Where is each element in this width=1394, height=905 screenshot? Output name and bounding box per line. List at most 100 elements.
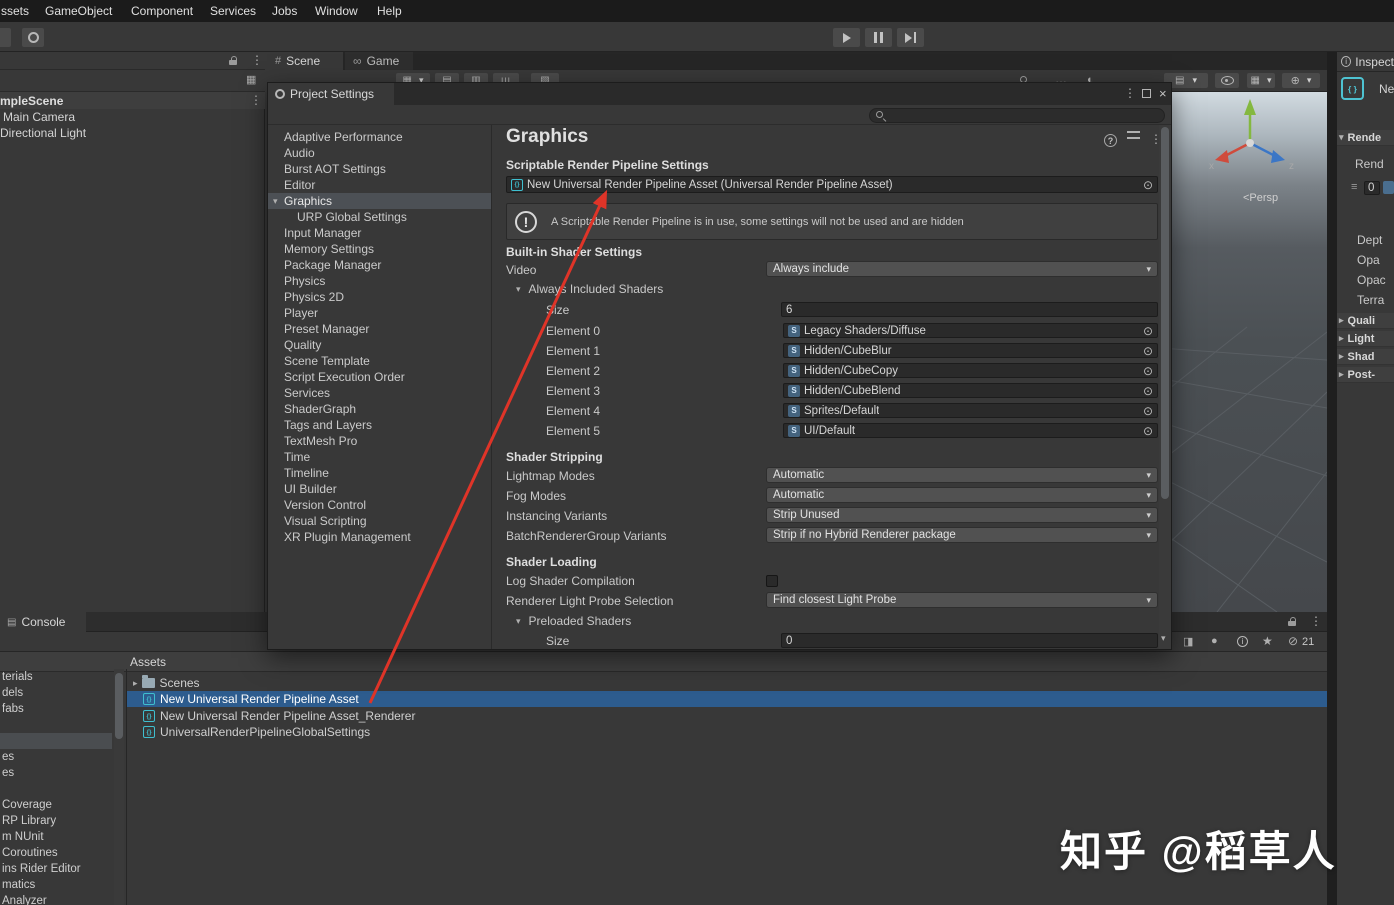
menu-component[interactable]: Component xyxy=(131,4,193,18)
hidden-count-icon[interactable]: ⊘ xyxy=(1288,634,1298,648)
orientation-gizmo[interactable]: x z xyxy=(1205,95,1300,200)
tree-item[interactable]: terials xyxy=(0,669,112,685)
fog-modes-dropdown[interactable]: Automatic ▾ xyxy=(766,487,1158,503)
nav-burst-aot[interactable]: Burst AOT Settings xyxy=(268,161,491,177)
scene-visibility-button[interactable] xyxy=(1214,72,1240,89)
object-picker-icon[interactable]: ⊙ xyxy=(1143,405,1153,417)
menu-help[interactable]: Help xyxy=(377,4,402,18)
tree-item[interactable]: es xyxy=(0,765,112,781)
nav-quality[interactable]: Quality xyxy=(268,337,491,353)
light-probe-selection-dropdown[interactable]: Find closest Light Probe ▾ xyxy=(766,592,1158,608)
settings-search-input[interactable] xyxy=(869,108,1165,123)
nav-xr-plugin-management[interactable]: XR Plugin Management xyxy=(268,529,491,545)
menu-assets[interactable]: ssets xyxy=(1,4,29,18)
menu-window[interactable]: Window xyxy=(315,4,358,18)
tab-game[interactable]: ∞ Game xyxy=(345,52,413,70)
nav-memory-settings[interactable]: Memory Settings xyxy=(268,241,491,257)
step-button[interactable] xyxy=(896,27,925,48)
tree-item[interactable]: matics xyxy=(0,877,112,893)
nav-preset-manager[interactable]: Preset Manager xyxy=(268,321,491,337)
play-button[interactable] xyxy=(832,27,861,48)
camera-dropdown[interactable]: ▦ ▾ xyxy=(1246,72,1276,89)
kebab-menu-icon[interactable]: ⋮ xyxy=(1310,615,1322,627)
tree-item-selected[interactable] xyxy=(0,733,112,749)
asset-row-urp-global-settings[interactable]: UniversalRenderPipelineGlobalSettings xyxy=(127,724,1327,740)
object-picker-icon[interactable]: ⊙ xyxy=(1143,365,1153,377)
renderer-index-field[interactable]: 0 xyxy=(1364,181,1380,195)
preloaded-shaders-foldout[interactable]: ▾ Preloaded Shaders xyxy=(516,614,631,628)
element-3-field[interactable]: Hidden/CubeBlend⊙ xyxy=(783,383,1158,398)
menu-jobs[interactable]: Jobs xyxy=(272,4,297,18)
srp-object-field[interactable]: New Universal Render Pipeline Asset (Uni… xyxy=(506,176,1158,193)
tree-item[interactable]: RP Library xyxy=(0,813,112,829)
kebab-menu-icon[interactable]: ⋮ xyxy=(1150,133,1158,145)
nav-time[interactable]: Time xyxy=(268,449,491,465)
size-field[interactable]: 6 xyxy=(781,302,1158,317)
tree-item[interactable]: m NUnit xyxy=(0,829,112,845)
nav-input-manager[interactable]: Input Manager xyxy=(268,225,491,241)
tab-project-settings[interactable]: Project Settings xyxy=(268,83,394,105)
help-icon[interactable] xyxy=(1104,134,1117,147)
log-shader-compilation-checkbox[interactable] xyxy=(766,575,778,587)
object-picker-icon[interactable]: ⊙ xyxy=(1143,425,1153,437)
tree-item[interactable]: fabs xyxy=(0,701,112,717)
nav-visual-scripting[interactable]: Visual Scripting xyxy=(268,513,491,529)
inspector-section-quality[interactable]: ▸ Quali xyxy=(1337,313,1394,329)
batchrenderergroup-dropdown[interactable]: Strip if no Hybrid Renderer package ▾ xyxy=(766,527,1158,543)
nav-urp-global-settings[interactable]: URP Global Settings xyxy=(268,209,491,225)
inspector-section-rendering[interactable]: ▾ Rende xyxy=(1337,130,1394,146)
menu-gameobject[interactable]: GameObject xyxy=(45,4,112,18)
tree-item[interactable]: Coroutines xyxy=(0,845,112,861)
nav-package-manager[interactable]: Package Manager xyxy=(268,257,491,273)
tree-item[interactable]: ins Rider Editor xyxy=(0,861,112,877)
tree-item[interactable] xyxy=(0,781,112,797)
inspector-section-shadows[interactable]: ▸ Shad xyxy=(1337,349,1394,365)
object-picker-icon[interactable]: ⊙ xyxy=(1143,179,1153,191)
asset-row-urp-asset-selected[interactable]: New Universal Render Pipeline Asset xyxy=(127,691,1327,707)
tab-inspector[interactable]: Inspect xyxy=(1337,52,1394,72)
kebab-menu-icon[interactable]: ⋮ xyxy=(251,54,263,66)
maximize-icon[interactable] xyxy=(1142,89,1151,98)
instancing-variants-dropdown[interactable]: Strip Unused ▾ xyxy=(766,507,1158,523)
element-2-field[interactable]: Hidden/CubeCopy⊙ xyxy=(783,363,1158,378)
tree-scrollbar[interactable] xyxy=(114,669,124,905)
tab-scene[interactable]: # Scene xyxy=(267,52,343,70)
tag-icon[interactable]: ● xyxy=(1211,635,1218,647)
nav-tags-and-layers[interactable]: Tags and Layers xyxy=(268,417,491,433)
window-grid-icon[interactable]: ▦ xyxy=(246,73,256,86)
always-included-foldout[interactable]: ▾ Always Included Shaders xyxy=(516,282,663,296)
nav-shadergraph[interactable]: ShaderGraph xyxy=(268,401,491,417)
preloaded-size-field[interactable]: 0 xyxy=(781,633,1158,648)
hierarchy-scene-row[interactable]: mpleScene ⋮ xyxy=(0,92,265,109)
hierarchy-item-directional-light[interactable]: Directional Light xyxy=(0,126,86,140)
element-4-field[interactable]: Sprites/Default⊙ xyxy=(783,403,1158,418)
nav-version-control[interactable]: Version Control xyxy=(268,497,491,513)
tool-settings-button[interactable] xyxy=(21,27,45,48)
element-5-field[interactable]: UI/Default⊙ xyxy=(783,423,1158,438)
lightmap-modes-dropdown[interactable]: Automatic ▾ xyxy=(766,467,1158,483)
element-0-field[interactable]: Legacy Shaders/Diffuse⊙ xyxy=(783,323,1158,338)
nav-script-execution-order[interactable]: Script Execution Order xyxy=(268,369,491,385)
nav-ui-builder[interactable]: UI Builder xyxy=(268,481,491,497)
asset-row-urp-renderer[interactable]: New Universal Render Pipeline Asset_Rend… xyxy=(127,708,1327,724)
scrollbar-thumb[interactable] xyxy=(115,673,123,739)
tree-item[interactable]: dels xyxy=(0,685,112,701)
object-picker-icon[interactable]: ⊙ xyxy=(1143,325,1153,337)
tree-item[interactable]: Analyzer xyxy=(0,893,112,905)
video-dropdown[interactable]: Always include ▾ xyxy=(766,261,1158,277)
tree-item[interactable] xyxy=(0,717,112,733)
nav-audio[interactable]: Audio xyxy=(268,145,491,161)
hierarchy-item-main-camera[interactable]: Main Camera xyxy=(3,110,75,124)
paint-icon[interactable]: ◨ xyxy=(1183,635,1193,648)
nav-textmesh-pro[interactable]: TextMesh Pro xyxy=(268,433,491,449)
settings-titlebar[interactable]: Project Settings ⋮ × xyxy=(268,83,1171,105)
element-1-field[interactable]: Hidden/CubeBlur⊙ xyxy=(783,343,1158,358)
inspector-section-lighting[interactable]: ▸ Light xyxy=(1337,331,1394,347)
kebab-menu-icon[interactable]: ⋮ xyxy=(1124,87,1136,99)
nav-scene-template[interactable]: Scene Template xyxy=(268,353,491,369)
tree-item[interactable]: es xyxy=(0,749,112,765)
nav-physics-2d[interactable]: Physics 2D xyxy=(268,289,491,305)
perspective-label[interactable]: <Persp xyxy=(1243,192,1278,204)
pause-button[interactable] xyxy=(864,27,893,48)
nav-adaptive-performance[interactable]: Adaptive Performance xyxy=(268,129,491,145)
